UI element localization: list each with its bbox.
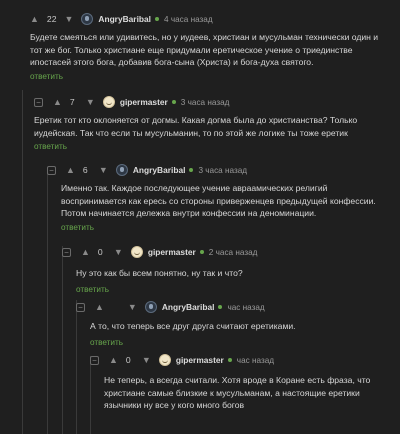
comment-header: − ▲ 0 ▼ gipermaster час назад (90, 352, 392, 368)
comment-text: Не теперь, а всегда считали. Хотя вроде … (104, 375, 371, 411)
username[interactable]: gipermaster (148, 247, 196, 257)
comment-rating: 22 (46, 14, 57, 24)
reply-link[interactable]: ответить (30, 72, 392, 81)
comment-rating: 7 (69, 97, 75, 107)
avatar[interactable] (130, 246, 143, 258)
online-dot (227, 358, 232, 362)
comment-thread: ▲ 22 ▼ AngryBaribal 4 часа назад Будете … (0, 0, 400, 434)
reply-link[interactable]: ответить (34, 142, 392, 151)
comment-text: Ну это как бы всем понятно, ну так и что… (76, 268, 243, 278)
arrow-up-icon[interactable]: ▲ (81, 247, 90, 257)
comment-text: Будете смеяться или удивитесь, но у иуде… (30, 32, 379, 68)
thread-line[interactable] (22, 90, 23, 434)
comment-text: А то, что теперь все друг друга считают … (90, 321, 296, 331)
comment-text: Еретик тот кто оклоняется от догмы. Кака… (34, 115, 358, 138)
username[interactable]: AngryBaribal (162, 302, 215, 312)
comment-text: Именно так. Каждое последующее учение ав… (61, 183, 376, 219)
timestamp[interactable]: 3 часа назад (198, 166, 247, 175)
timestamp[interactable]: час назад (237, 356, 274, 365)
arrow-up-icon[interactable]: ▲ (53, 97, 62, 107)
avatar[interactable] (115, 164, 128, 176)
online-dot (171, 100, 176, 104)
arrow-up-icon[interactable]: ▲ (95, 302, 104, 312)
arrow-down-icon[interactable]: ▼ (142, 355, 151, 365)
timestamp[interactable]: 3 часа назад (181, 98, 230, 107)
arrow-down-icon[interactable]: ▼ (64, 14, 73, 24)
comment-header: ▲ 22 ▼ AngryBaribal 4 часа назад (30, 11, 392, 27)
minus-icon[interactable]: − (76, 302, 85, 312)
arrow-up-icon[interactable]: ▲ (30, 14, 39, 24)
reply-link[interactable]: ответить (90, 338, 392, 347)
comment-header: − ▲ 6 ▼ AngryBaribal 3 часа назад (47, 162, 392, 178)
online-dot (218, 305, 223, 309)
avatar[interactable] (81, 13, 94, 25)
username[interactable]: AngryBaribal (98, 14, 151, 24)
minus-icon[interactable]: − (34, 97, 43, 107)
avatar[interactable] (102, 96, 115, 108)
arrow-down-icon[interactable]: ▼ (86, 97, 95, 107)
comment: ▲ 22 ▼ AngryBaribal 4 часа назад Будете … (30, 11, 392, 81)
arrow-down-icon[interactable]: ▼ (128, 302, 137, 312)
online-dot (155, 17, 159, 21)
comment: − ▲ 0 ▼ gipermaster час назад Не теперь,… (90, 352, 392, 412)
comment: − ▲ 7 ▼ gipermaster 3 часа назад Еретик … (34, 94, 392, 151)
comment-header: − ▲ 0 ▼ gipermaster 2 часа назад (62, 244, 392, 260)
username[interactable]: gipermaster (176, 355, 224, 365)
online-dot (199, 250, 204, 254)
minus-icon[interactable]: − (90, 355, 99, 365)
timestamp[interactable]: час назад (227, 303, 264, 312)
minus-icon[interactable]: − (62, 247, 71, 257)
comment: − ▲ 6 ▼ AngryBaribal 3 часа назад Именно… (47, 162, 392, 232)
comment-rating: 0 (125, 355, 131, 365)
reply-link[interactable]: ответить (61, 223, 392, 232)
comment-rating: 0 (97, 247, 103, 257)
username[interactable]: gipermaster (120, 97, 168, 107)
comment: − ▲ ▼ AngryBaribal час назад А то, что т… (76, 299, 392, 347)
avatar[interactable] (144, 301, 157, 313)
online-dot (189, 168, 194, 172)
avatar[interactable] (158, 354, 171, 366)
username[interactable]: AngryBaribal (133, 165, 186, 175)
minus-icon[interactable]: − (47, 165, 56, 175)
reply-link[interactable]: ответить (76, 285, 392, 294)
comment-header: − ▲ 7 ▼ gipermaster 3 часа назад (34, 94, 392, 110)
comment-header: − ▲ ▼ AngryBaribal час назад (76, 299, 392, 315)
timestamp[interactable]: 2 часа назад (209, 248, 258, 257)
comment-rating: 6 (82, 165, 88, 175)
arrow-down-icon[interactable]: ▼ (99, 165, 108, 175)
arrow-up-icon[interactable]: ▲ (66, 165, 75, 175)
timestamp[interactable]: 4 часа назад (164, 15, 213, 24)
arrow-up-icon[interactable]: ▲ (109, 355, 118, 365)
comment: − ▲ 0 ▼ gipermaster 2 часа назад Ну это … (62, 244, 392, 294)
arrow-down-icon[interactable]: ▼ (114, 247, 123, 257)
